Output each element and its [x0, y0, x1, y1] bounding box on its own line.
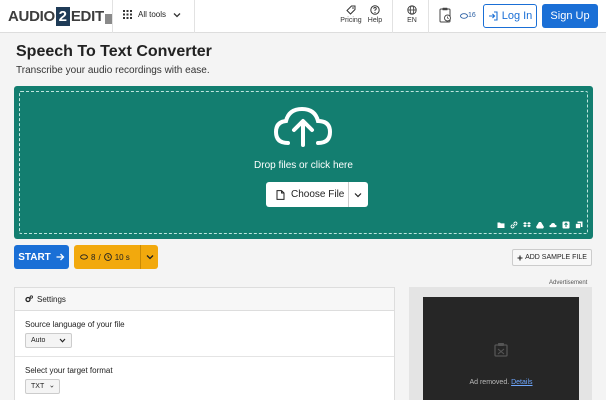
- login-label: Log In: [501, 10, 533, 22]
- advertisement-box: Ad removed. Details: [409, 287, 592, 400]
- pricing-label: Pricing: [340, 17, 362, 24]
- folder-icon[interactable]: [497, 221, 505, 229]
- chevron-down-icon: [50, 385, 54, 388]
- ad-details-link[interactable]: Details: [511, 379, 532, 386]
- advertisement-label: Advertisement: [549, 280, 588, 286]
- coins-icon: [80, 254, 88, 260]
- logo[interactable]: AUDIO 2 EDIT: [8, 7, 113, 26]
- arrow-right-icon: [56, 253, 65, 261]
- header-divider: [112, 0, 113, 33]
- file-icon: [276, 189, 285, 200]
- header: AUDIO 2 EDIT All tools Pricing Help EN 1…: [0, 0, 606, 33]
- logo-part-2: 2: [55, 7, 70, 26]
- settings-divider: [15, 356, 394, 357]
- ad-removed-icon: [494, 343, 508, 357]
- target-format-select[interactable]: TXT: [25, 379, 60, 394]
- limits-dropdown[interactable]: [141, 254, 158, 260]
- choose-file-label: Choose File: [291, 189, 345, 200]
- add-sample-file-button[interactable]: ADD SAMPLE FILE: [512, 249, 592, 266]
- settings-header: Settings: [15, 288, 394, 311]
- globe-icon: [407, 5, 417, 15]
- settings-title: Settings: [37, 294, 66, 304]
- tag-icon: [346, 5, 356, 15]
- signup-label: Sign Up: [550, 10, 590, 22]
- dropbox-icon[interactable]: [523, 221, 531, 229]
- header-divider: [194, 0, 195, 33]
- language-selector[interactable]: EN: [402, 5, 422, 24]
- chevron-down-icon: [146, 255, 153, 260]
- upload-icon[interactable]: [562, 221, 570, 229]
- cloud-upload-icon: [273, 106, 333, 147]
- chevron-down-icon: [173, 12, 181, 17]
- file-dropzone[interactable]: Drop files or click here Choose File: [14, 86, 593, 239]
- target-format-value: TXT: [31, 383, 45, 390]
- login-icon: [488, 11, 498, 21]
- choose-file-button[interactable]: Choose File: [266, 182, 349, 207]
- chevron-down-icon: [59, 338, 66, 343]
- copy-icon[interactable]: [575, 221, 583, 229]
- source-language-value: Auto: [31, 337, 46, 344]
- grid-icon: [123, 10, 132, 19]
- help-link[interactable]: Help: [365, 5, 385, 24]
- clipboard-button[interactable]: [437, 7, 453, 25]
- google-drive-icon[interactable]: [536, 221, 544, 229]
- settings-panel: Settings Source language of your file Au…: [14, 287, 395, 400]
- all-tools-menu[interactable]: All tools: [123, 10, 181, 19]
- limits-duration: 10 s: [114, 252, 130, 262]
- login-button[interactable]: Log In: [483, 4, 537, 28]
- header-divider: [392, 0, 393, 33]
- page-subtitle: Transcribe your audio recordings with ea…: [16, 65, 210, 76]
- header-divider: [428, 0, 429, 33]
- start-label: START: [18, 251, 51, 263]
- ad-removed-text: Ad removed.: [469, 379, 510, 386]
- page: AUDIO 2 EDIT All tools Pricing Help EN 1…: [0, 0, 606, 400]
- add-sample-file-label: ADD SAMPLE FILE: [525, 254, 587, 261]
- gears-icon: [25, 295, 33, 303]
- advertisement-area: Ad removed. Details: [423, 297, 579, 400]
- file-count-value: 16: [468, 12, 476, 19]
- choose-file-group: Choose File: [266, 182, 368, 207]
- limits-separator: /: [98, 252, 101, 262]
- language-label: EN: [407, 17, 417, 24]
- all-tools-label: All tools: [138, 10, 167, 19]
- logo-part-audio: AUDIO: [8, 8, 55, 25]
- target-format-label: Select your target format: [25, 366, 113, 375]
- start-button[interactable]: START: [14, 245, 69, 269]
- limits-group: 8 / 10 s: [74, 245, 158, 269]
- coins-icon: [460, 12, 468, 19]
- source-language-select[interactable]: Auto: [25, 333, 72, 348]
- plus-icon: [517, 255, 523, 260]
- dropzone-text: Drop files or click here: [254, 160, 353, 171]
- chevron-down-icon: [354, 192, 362, 197]
- limits-button[interactable]: 8 / 10 s: [74, 245, 141, 269]
- clipboard-clock-icon: [439, 7, 451, 23]
- clock-icon: [103, 253, 112, 261]
- question-circle-icon: [370, 5, 380, 15]
- limits-files: 8: [91, 252, 96, 262]
- signup-button[interactable]: Sign Up: [542, 4, 598, 28]
- file-count-badge[interactable]: 16: [460, 12, 476, 19]
- ad-removed-message: Ad removed. Details: [423, 379, 579, 386]
- link-icon[interactable]: [510, 221, 518, 229]
- onedrive-icon[interactable]: [549, 221, 557, 229]
- page-title: Speech To Text Converter: [16, 43, 212, 60]
- help-label: Help: [367, 17, 383, 24]
- logo-part-edit: EDIT: [70, 8, 104, 25]
- pricing-link[interactable]: Pricing: [338, 5, 364, 24]
- source-language-label: Source language of your file: [25, 320, 125, 329]
- upload-sources: [497, 221, 583, 229]
- choose-file-dropdown[interactable]: [349, 182, 367, 207]
